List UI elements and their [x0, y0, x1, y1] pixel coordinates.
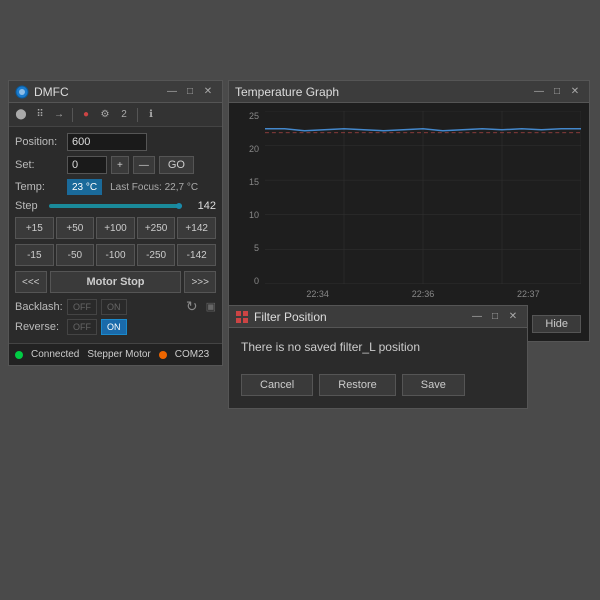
- tempgraph-minimize-btn[interactable]: —: [531, 84, 547, 100]
- tempgraph-titlebar: Temperature Graph — □ ✕: [229, 81, 589, 103]
- toolbar-circle-icon: ⬤: [13, 107, 29, 123]
- filterpos-close-btn[interactable]: ✕: [505, 309, 521, 325]
- toolbar-gear-icon[interactable]: ⚙: [97, 107, 113, 123]
- reverse-on-btn[interactable]: ON: [101, 319, 127, 335]
- toolbar-red-icon: ●: [78, 107, 94, 123]
- graph-yaxis: 25 20 15 10 5 0: [237, 111, 262, 286]
- filter-message: There is no saved filter_L position: [241, 340, 515, 354]
- step-row: Step 142: [15, 200, 216, 212]
- btn-plus15[interactable]: +15: [15, 217, 54, 239]
- hide-button[interactable]: Hide: [532, 315, 581, 333]
- graph-area: 25 20 15 10 5 0: [237, 111, 581, 286]
- step-value: 142: [186, 200, 216, 212]
- nav-left-btn[interactable]: <<<: [15, 271, 47, 293]
- toolbar-arrow-icon: →: [51, 107, 67, 123]
- toolbar-grid-icon: ⠿: [32, 107, 48, 123]
- btn-minus100[interactable]: -100: [96, 244, 135, 266]
- btn-plus50[interactable]: +50: [56, 217, 95, 239]
- btn-minus15[interactable]: -15: [15, 244, 54, 266]
- port-text: COM23: [175, 349, 209, 360]
- graph-svg: [265, 111, 581, 284]
- toolbar-info-icon: ℹ: [143, 107, 159, 123]
- dmfc-titlebar: DMFC — □ ✕: [9, 81, 222, 103]
- temp-row: Temp: 23 °C Last Focus: 22,7 °C: [15, 179, 216, 195]
- minus-button[interactable]: —: [133, 156, 155, 174]
- dmfc-statusbar: Connected Stepper Motor COM23: [9, 343, 222, 365]
- step-slider[interactable]: [49, 204, 182, 208]
- save-button[interactable]: Save: [402, 374, 465, 396]
- btn-minus142[interactable]: -142: [177, 244, 216, 266]
- filterpos-maximize-btn[interactable]: □: [487, 309, 503, 325]
- backlash-off-btn[interactable]: OFF: [67, 299, 97, 315]
- dmfc-title: DMFC: [34, 85, 162, 99]
- set-label: Set:: [15, 159, 63, 171]
- dmfc-icon: [15, 85, 29, 99]
- tempgraph-close-btn[interactable]: ✕: [567, 84, 583, 100]
- cancel-button[interactable]: Cancel: [241, 374, 313, 396]
- positive-buttons: +15 +50 +100 +250 +142: [15, 217, 216, 239]
- motor-row: <<< Motor Stop >>>: [15, 271, 216, 293]
- dmfc-toolbar: ⬤ ⠿ → ● ⚙ 2 ℹ: [9, 103, 222, 127]
- stepper-text: Stepper Motor: [87, 349, 150, 360]
- filterpos-content: There is no saved filter_L position Canc…: [229, 328, 527, 408]
- position-input[interactable]: [67, 133, 147, 151]
- restore-button[interactable]: Restore: [319, 374, 396, 396]
- dmfc-close-btn[interactable]: ✕: [200, 84, 216, 100]
- btn-plus250[interactable]: +250: [137, 217, 176, 239]
- filterpos-window: Filter Position — □ ✕ There is no saved …: [228, 305, 528, 409]
- graph-xaxis: 22:34 22:36 22:37: [237, 289, 581, 299]
- toolbar-divider2: [137, 108, 138, 122]
- filterpos-icon: [235, 310, 249, 324]
- step-label: Step: [15, 200, 45, 212]
- toolbar-number: 2: [116, 107, 132, 123]
- backlash-on-btn[interactable]: ON: [101, 299, 127, 315]
- dmfc-maximize-btn[interactable]: □: [182, 84, 198, 100]
- last-focus-text: Last Focus: 22,7 °C: [110, 182, 198, 193]
- filterpos-title: Filter Position: [254, 310, 467, 324]
- btn-minus50[interactable]: -50: [56, 244, 95, 266]
- motor-stop-btn[interactable]: Motor Stop: [50, 271, 182, 293]
- position-row: Position:: [15, 133, 216, 151]
- reverse-row: Reverse: OFF ON: [15, 319, 216, 335]
- temp-badge: 23 °C: [67, 179, 102, 195]
- dmfc-minimize-btn[interactable]: —: [164, 84, 180, 100]
- square-indicator: ▣: [206, 300, 216, 313]
- backlash-label: Backlash:: [15, 301, 63, 313]
- set-input[interactable]: [67, 156, 107, 174]
- connected-text: Connected: [31, 349, 79, 360]
- temp-label: Temp:: [15, 181, 63, 193]
- btn-plus100[interactable]: +100: [96, 217, 135, 239]
- position-label: Position:: [15, 136, 63, 148]
- tempgraph-title: Temperature Graph: [235, 85, 529, 99]
- connected-indicator: [15, 351, 23, 359]
- go-button[interactable]: GO: [159, 156, 194, 174]
- btn-minus250[interactable]: -250: [137, 244, 176, 266]
- plus-button[interactable]: +: [111, 156, 129, 174]
- dmfc-content: Position: Set: + — GO Temp: 23 °C Last F…: [9, 127, 222, 343]
- nav-right-btn[interactable]: >>>: [184, 271, 216, 293]
- reverse-off-btn[interactable]: OFF: [67, 319, 97, 335]
- set-row: Set: + — GO: [15, 156, 216, 174]
- filterpos-minimize-btn[interactable]: —: [469, 309, 485, 325]
- filterpos-titlebar: Filter Position — □ ✕: [229, 306, 527, 328]
- circle-indicator: ↻: [186, 298, 198, 315]
- tempgraph-maximize-btn[interactable]: □: [549, 84, 565, 100]
- filter-buttons: Cancel Restore Save: [241, 374, 515, 396]
- backlash-row: Backlash: OFF ON ↻ ▣: [15, 298, 216, 315]
- tempgraph-window: Temperature Graph — □ ✕ 25 20 15 10 5 0: [228, 80, 590, 342]
- negative-buttons: -15 -50 -100 -250 -142: [15, 244, 216, 266]
- btn-plus142[interactable]: +142: [177, 217, 216, 239]
- dmfc-window: DMFC — □ ✕ ⬤ ⠿ → ● ⚙ 2 ℹ Position: Set: …: [8, 80, 223, 366]
- toolbar-divider: [72, 108, 73, 122]
- reverse-label: Reverse:: [15, 321, 63, 333]
- port-indicator: [159, 351, 167, 359]
